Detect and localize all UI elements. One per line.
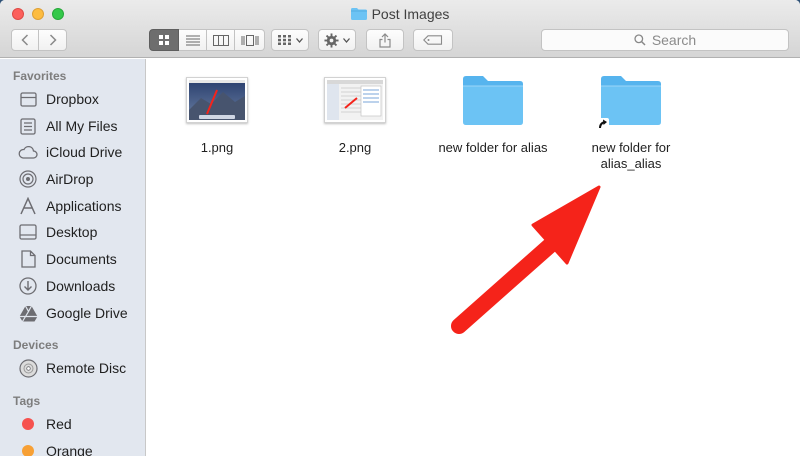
- sidebar-item-label: Dropbox: [46, 91, 99, 107]
- share-button[interactable]: [366, 29, 404, 51]
- sidebar-item-documents[interactable]: Documents: [18, 248, 143, 270]
- window-title-text: Post Images: [371, 6, 450, 22]
- sidebar-item-label: Documents: [46, 251, 117, 267]
- dropbox-icon: [18, 89, 38, 109]
- sidebar-item-dropbox[interactable]: Dropbox: [18, 88, 143, 110]
- sidebar: Favorites Dropbox All My Files iCloud Dr…: [0, 59, 146, 456]
- gear-icon: [324, 32, 339, 48]
- columns-icon: [212, 34, 229, 46]
- sidebar-item-label: Red: [46, 416, 72, 432]
- red-tag-dot-icon: [22, 418, 34, 430]
- chevron-left-icon: [21, 34, 29, 46]
- orange-tag-dot-icon: [22, 445, 34, 456]
- folder-icon: [350, 8, 367, 20]
- tag-icon: [423, 35, 443, 45]
- arrange-grid-icon: [277, 35, 291, 45]
- search-icon: [634, 34, 646, 46]
- chevron-right-icon: [49, 34, 57, 46]
- sidebar-item-applications[interactable]: Applications: [18, 195, 143, 217]
- sidebar-item-label: Orange: [46, 443, 93, 456]
- sidebar-item-label: Desktop: [46, 224, 98, 240]
- search-placeholder: Search: [651, 32, 697, 48]
- sidebar-item-label: Remote Disc: [46, 360, 127, 376]
- toolbar: Post Images Search: [0, 0, 800, 58]
- sidebar-tag-orange[interactable]: Orange: [18, 440, 143, 456]
- arrange-button[interactable]: [271, 29, 309, 51]
- window-title: Post Images: [0, 6, 800, 22]
- view-mode-control: [149, 29, 265, 51]
- sidebar-item-label: Google Drive: [46, 305, 128, 321]
- chevron-down-icon: [295, 37, 303, 43]
- finder-window: Post Images Search Favorites Dropbox All…: [0, 0, 800, 456]
- sidebar-item-label: Downloads: [46, 278, 116, 294]
- sidebar-item-label: iCloud Drive: [46, 144, 123, 160]
- cloud-icon: [18, 142, 38, 162]
- disc-icon: [18, 358, 38, 378]
- column-view-button[interactable]: [207, 29, 235, 51]
- sidebar-item-label: AirDrop: [46, 171, 94, 187]
- google-drive-icon: [18, 303, 38, 323]
- sidebar-section-devices: Devices: [13, 338, 59, 352]
- sidebar-item-airdrop[interactable]: AirDrop: [18, 168, 143, 190]
- sidebar-item-all-my-files[interactable]: All My Files: [18, 115, 143, 137]
- sidebar-item-label: Applications: [46, 198, 122, 214]
- sidebar-item-label: All My Files: [46, 118, 118, 134]
- file-browser: 1.png 2.png new folder for alias new fol…: [147, 59, 800, 456]
- search-field[interactable]: Search: [541, 29, 789, 51]
- cover-flow-button[interactable]: [235, 29, 265, 51]
- back-button[interactable]: [11, 29, 39, 51]
- sidebar-section-tags: Tags: [13, 394, 41, 408]
- forward-button[interactable]: [39, 29, 67, 51]
- list-view-button[interactable]: [179, 29, 207, 51]
- cover-flow-icon: [241, 34, 258, 46]
- airdrop-icon: [18, 169, 38, 189]
- sidebar-item-remote-disc[interactable]: Remote Disc: [18, 357, 143, 379]
- annotation-arrow: [451, 185, 601, 334]
- chevron-down-icon: [343, 37, 350, 43]
- sidebar-section-favorites: Favorites: [13, 69, 67, 83]
- list-icon: [185, 35, 200, 45]
- nav-buttons: [11, 29, 67, 51]
- share-icon: [379, 32, 391, 48]
- action-button[interactable]: [318, 29, 356, 51]
- sidebar-item-desktop[interactable]: Desktop: [18, 221, 143, 243]
- all-files-icon: [18, 116, 38, 136]
- applications-icon: [18, 196, 38, 216]
- edit-tags-button[interactable]: [413, 29, 453, 51]
- desktop-icon: [18, 222, 38, 242]
- sidebar-item-icloud-drive[interactable]: iCloud Drive: [18, 141, 143, 163]
- documents-icon: [18, 249, 38, 269]
- downloads-icon: [18, 276, 38, 296]
- sidebar-item-downloads[interactable]: Downloads: [18, 275, 143, 297]
- icon-view-button[interactable]: [149, 29, 179, 51]
- sidebar-tag-red[interactable]: Red: [18, 413, 143, 435]
- grid-icon: [159, 35, 169, 45]
- sidebar-item-google-drive[interactable]: Google Drive: [18, 302, 143, 324]
